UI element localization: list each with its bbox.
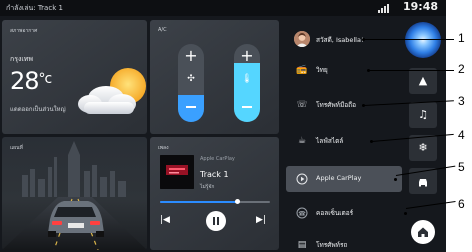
media-tile[interactable]: เพลง Apple CarPlay Track 1 ไม่รู้จัก |◀ … <box>150 137 279 250</box>
playback-progress-bar[interactable] <box>160 199 270 204</box>
callout-number-1: 1 <box>458 31 465 45</box>
car-image <box>48 201 104 237</box>
previous-track-icon[interactable]: |◀ <box>160 215 170 225</box>
callout-line-2 <box>369 70 454 71</box>
playback-progress-fill <box>160 201 237 203</box>
menu-label-radio: วิทยุ <box>316 66 328 74</box>
svg-text:☎: ☎ <box>298 211 306 218</box>
map-tile[interactable]: แผนที่ <box>2 137 147 250</box>
ac-tile-title: A/C <box>158 27 167 33</box>
phone-icon: ☏ <box>296 100 308 110</box>
fan-increase-button[interactable]: + <box>178 46 204 65</box>
fan-speed-slider[interactable]: + ✣ <box>178 44 204 122</box>
thermometer-icon: 🌡 <box>241 74 253 84</box>
next-track-icon[interactable]: ▶| <box>256 215 266 225</box>
menu-item-call-center[interactable]: ☎ คอลเซ็นเตอร์ <box>286 200 402 226</box>
playback-scrubber-handle[interactable] <box>235 199 240 204</box>
menu-label-profile: สวัสดี, Isabella! <box>316 36 364 44</box>
callout-number-4: 4 <box>458 128 465 142</box>
city-skyline-road-image <box>2 141 147 250</box>
album-art <box>160 155 194 189</box>
home-icon[interactable] <box>411 220 435 244</box>
menu-label-car-phone: โทรศัพท์รถ <box>316 241 348 249</box>
callout-dot-5 <box>394 178 397 181</box>
callout-number-3: 3 <box>458 94 465 108</box>
media-source: Apple CarPlay <box>200 156 235 162</box>
weather-temperature: 28°c <box>10 67 53 95</box>
play-circle-icon <box>296 173 308 185</box>
weather-tile[interactable]: สภาพอากาศ กรุงเทพ 28°c แดดออกเป็นส่วนใหญ… <box>2 20 147 134</box>
temperature-slider[interactable]: + 🌡 <box>234 44 260 122</box>
callout-line-1 <box>364 39 454 40</box>
voice-assistant-orb-icon[interactable] <box>405 22 441 58</box>
track-artist: ไม่รู้จัก <box>200 184 215 190</box>
temperature-value: 28 <box>10 67 40 95</box>
weather-city: กรุงเทพ <box>10 55 34 63</box>
infotainment-screen: กำลังเล่น: Track 1 19:48 สภาพอากาศ กรุงเ… <box>0 0 446 252</box>
music-note-icon[interactable]: ♫ <box>409 102 437 128</box>
coffee-cup-icon: ☕ <box>297 136 307 146</box>
ac-tile[interactable]: A/C + ✣ + 🌡 <box>150 20 279 134</box>
menu-item-lifestyle[interactable]: ☕ ไลฟ์สไตล์ <box>286 128 402 154</box>
callout-dot-6 <box>404 212 407 215</box>
callout-number-5: 5 <box>458 160 465 174</box>
menu-item-apple-carplay[interactable]: Apple CarPlay <box>286 166 402 192</box>
track-title: Track 1 <box>200 170 229 179</box>
radio-icon: 📻 <box>296 65 308 75</box>
weather-tile-title: สภาพอากาศ <box>10 28 38 34</box>
callout-number-2: 2 <box>458 62 465 76</box>
partly-sunny-icon <box>78 68 146 114</box>
fan-icon: ✣ <box>187 74 195 84</box>
media-tile-title: เพลง <box>158 145 169 151</box>
menu-label-apple-carplay: Apple CarPlay <box>316 174 362 182</box>
menu-label-call-center: คอลเซ็นเตอร์ <box>316 209 354 217</box>
menu-label-mobile-phone: โทรศัพท์มือถือ <box>316 101 356 109</box>
callout-number-6: 6 <box>458 197 465 211</box>
menu-item-mobile-phone[interactable]: ☏ โทรศัพท์มือถือ <box>286 92 402 118</box>
car-phone-icon: ▤ <box>297 240 307 250</box>
temperature-unit: °c <box>38 71 53 87</box>
temperature-decrease-button[interactable] <box>242 106 252 108</box>
status-bar: กำลังเล่น: Track 1 19:48 <box>0 0 446 16</box>
user-avatar <box>294 31 310 47</box>
temperature-fill <box>234 63 260 122</box>
menu-item-car-phone[interactable]: ▤ โทรศัพท์รถ <box>286 232 402 252</box>
menu-label-lifestyle: ไลฟ์สไตล์ <box>316 137 344 145</box>
clock: 19:48 <box>402 0 438 13</box>
snowflake-icon[interactable]: ❄ <box>409 135 437 161</box>
now-playing-status: กำลังเล่น: Track 1 <box>6 4 63 12</box>
navigation-arrow-icon[interactable]: ▲ <box>409 68 437 94</box>
fan-decrease-button[interactable] <box>186 106 196 108</box>
weather-condition: แดดออกเป็นส่วนใหญ่ <box>10 106 66 113</box>
pause-button[interactable] <box>206 211 226 231</box>
signal-bars-icon <box>378 4 390 13</box>
menu-item-profile[interactable]: สวัสดี, Isabella! <box>286 27 402 53</box>
call-center-icon: ☎ <box>296 207 308 219</box>
fan-speed-fill <box>178 95 204 122</box>
temperature-increase-button[interactable]: + <box>234 46 260 65</box>
